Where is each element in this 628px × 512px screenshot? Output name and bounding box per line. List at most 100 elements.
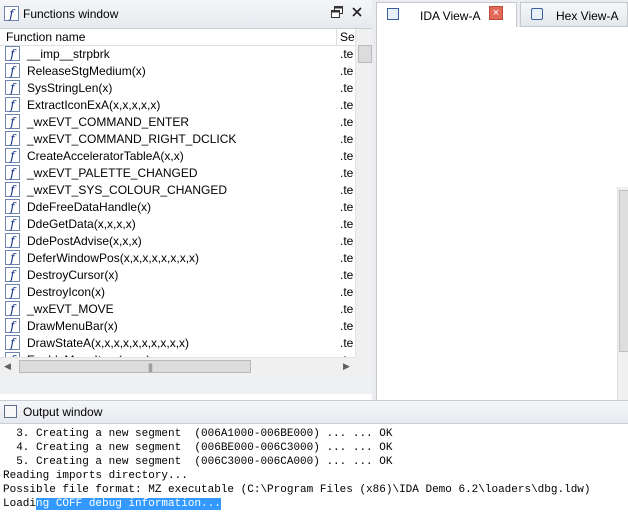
function-icon: f <box>5 165 20 180</box>
scroll-left-icon[interactable]: ◀ <box>4 361 11 372</box>
function-name: ExtractIconExA(x,x,x,x,x) <box>27 98 161 112</box>
function-row[interactable]: f DestroyCursor(x) .te <box>0 266 355 283</box>
output-window-titlebar[interactable]: Output window <box>0 400 628 424</box>
function-name: CreateAcceleratorTableA(x,x) <box>27 149 184 163</box>
hex-view-icon <box>531 8 543 20</box>
scrollbar-thumb[interactable] <box>619 190 628 352</box>
functions-table-header: Function name Se <box>0 29 355 46</box>
views-pane: IDA View-A × Hex View-A <box>372 0 628 417</box>
function-icon: f <box>5 233 20 248</box>
function-row[interactable]: f DestroyIcon(x) .te <box>0 283 355 300</box>
function-icon: f <box>5 250 20 265</box>
tab-label: Hex View-A <box>556 9 619 23</box>
function-segment: .te <box>340 217 354 231</box>
function-icon: f <box>5 80 20 95</box>
function-icon: f <box>5 63 20 78</box>
function-name: DdeFreeDataHandle(x) <box>27 200 152 214</box>
function-row[interactable]: f _wxEVT_MOVE .te <box>0 300 355 317</box>
function-row[interactable]: f SysStringLen(x) .te <box>0 79 355 96</box>
ida-view-content[interactable] <box>376 27 628 417</box>
functions-window: f Functions window Function name Se f __i… <box>0 0 373 394</box>
tab-hex-view-a[interactable]: Hex View-A <box>520 2 628 27</box>
float-window-icon[interactable] <box>331 6 343 18</box>
output-line: 3. Creating a new segment (006A1000-006B… <box>3 428 393 440</box>
function-segment: .te <box>340 47 354 61</box>
function-segment: .te <box>340 132 354 146</box>
output-selected-text: ng COFF debug information... <box>36 498 221 510</box>
function-name: __imp__strpbrk <box>27 47 110 61</box>
function-name: ReleaseStgMedium(x) <box>27 64 146 78</box>
function-row[interactable]: f DrawStateA(x,x,x,x,x,x,x,x,x,x) .te <box>0 334 355 351</box>
function-row[interactable]: f _wxEVT_PALETTE_CHANGED .te <box>0 164 355 181</box>
function-segment: .te <box>340 166 354 180</box>
function-row[interactable]: f _wxEVT_COMMAND_RIGHT_DCLICK .te <box>0 130 355 147</box>
output-window-title: Output window <box>23 405 103 419</box>
column-header-segment[interactable]: Se <box>340 30 355 44</box>
column-divider[interactable] <box>336 29 337 45</box>
function-icon: f <box>5 182 20 197</box>
function-segment: .te <box>340 149 354 163</box>
function-segment: .te <box>340 302 354 316</box>
scrollbar-grip-icon: ||| <box>148 362 153 372</box>
function-segment: .te <box>340 336 354 350</box>
column-header-function-name[interactable]: Function name <box>6 30 85 44</box>
output-window-icon <box>4 405 17 418</box>
function-icon: f <box>4 6 19 21</box>
function-name: DeferWindowPos(x,x,x,x,x,x,x,x) <box>27 251 200 265</box>
function-name: DestroyIcon(x) <box>27 285 106 299</box>
tab-label: IDA View-A <box>420 9 481 23</box>
output-line: 5. Creating a new segment (006C3000-006C… <box>3 456 393 468</box>
output-line: Reading imports directory... <box>3 470 188 482</box>
function-segment: .te <box>340 183 354 197</box>
function-name: DdePostAdvise(x,x,x) <box>27 234 142 248</box>
function-icon: f <box>5 131 20 146</box>
function-segment: .te <box>340 115 354 129</box>
function-row[interactable]: f DeferWindowPos(x,x,x,x,x,x,x,x) .te <box>0 249 355 266</box>
function-icon: f <box>5 199 20 214</box>
function-segment: .te <box>340 81 354 95</box>
ida-view-vertical-scrollbar[interactable] <box>617 187 628 417</box>
function-name: _wxEVT_PALETTE_CHANGED <box>27 166 198 180</box>
function-icon: f <box>5 284 20 299</box>
function-name: _wxEVT_COMMAND_ENTER <box>27 115 190 129</box>
functions-vertical-scrollbar[interactable] <box>355 29 373 357</box>
function-icon: f <box>5 301 20 316</box>
function-row[interactable]: f DdeGetData(x,x,x,x) .te <box>0 215 355 232</box>
output-line-current: Loading COFF debug information... <box>3 497 628 511</box>
function-row[interactable]: f _wxEVT_SYS_COLOUR_CHANGED .te <box>0 181 355 198</box>
output-line: Possible file format: MZ executable (C:\… <box>3 484 591 496</box>
function-icon: f <box>5 97 20 112</box>
functions-horizontal-scrollbar[interactable]: ◀ ||| ▶ <box>0 357 355 375</box>
function-segment: .te <box>340 251 354 265</box>
functions-window-titlebar[interactable]: f Functions window <box>0 0 372 29</box>
function-segment: .te <box>340 285 354 299</box>
tab-ida-view-a[interactable]: IDA View-A × <box>376 2 517 27</box>
function-icon: f <box>5 114 20 129</box>
function-row[interactable]: f ExtractIconExA(x,x,x,x,x) .te <box>0 96 355 113</box>
function-icon: f <box>5 46 20 61</box>
function-name: _wxEVT_COMMAND_RIGHT_DCLICK <box>27 132 237 146</box>
function-name: DestroyCursor(x) <box>27 268 119 282</box>
function-row[interactable]: f ReleaseStgMedium(x) .te <box>0 62 355 79</box>
function-name: DrawStateA(x,x,x,x,x,x,x,x,x,x) <box>27 336 190 350</box>
function-name: _wxEVT_SYS_COLOUR_CHANGED <box>27 183 228 197</box>
function-segment: .te <box>340 64 354 78</box>
functions-list: f __imp__strpbrk .te f ReleaseStgMedium(x) .t… <box>0 45 355 357</box>
scrollbar-thumb[interactable] <box>358 45 372 63</box>
scroll-right-icon[interactable]: ▶ <box>343 361 350 372</box>
function-row[interactable]: f __imp__strpbrk .te <box>0 45 355 62</box>
function-name: SysStringLen(x) <box>27 81 113 95</box>
close-icon[interactable] <box>351 5 363 19</box>
function-row[interactable]: f DrawMenuBar(x) .te <box>0 317 355 334</box>
close-tab-icon[interactable]: × <box>489 6 503 20</box>
output-window: Output window 3. Creating a new segment … <box>0 400 628 512</box>
function-segment: .te <box>340 268 354 282</box>
output-log[interactable]: 3. Creating a new segment (006A1000-006B… <box>3 427 628 511</box>
function-row[interactable]: f CreateAcceleratorTableA(x,x) .te <box>0 147 355 164</box>
function-row[interactable]: f DdeFreeDataHandle(x) .te <box>0 198 355 215</box>
function-row[interactable]: f DdePostAdvise(x,x,x) .te <box>0 232 355 249</box>
output-line: 4. Creating a new segment (006BE000-006C… <box>3 442 393 454</box>
scrollbar-thumb[interactable]: ||| <box>19 360 251 373</box>
function-row[interactable]: f _wxEVT_COMMAND_ENTER .te <box>0 113 355 130</box>
disassembly-view-icon <box>387 8 399 20</box>
